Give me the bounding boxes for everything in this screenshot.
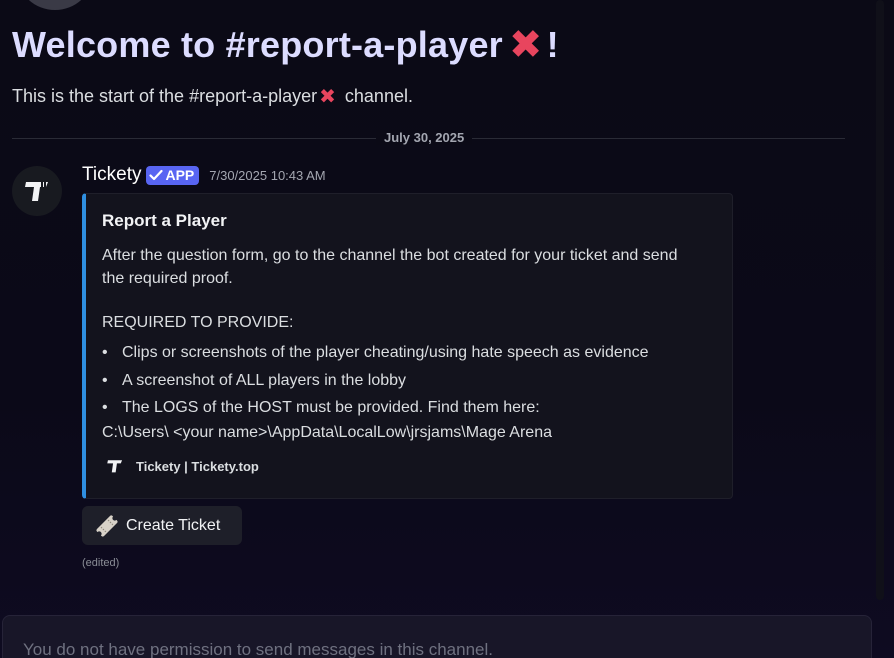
cross-mark-icon: ✖	[319, 86, 336, 108]
message-timestamp: 7/30/2025 10:43 AM	[209, 167, 326, 183]
list-item: • The LOGS of the HOST must be provided. …	[102, 399, 540, 416]
ticket-icon	[96, 515, 118, 536]
app-badge-label: APP	[165, 167, 195, 183]
list-item-text: The LOGS of the HOST must be provided. F…	[122, 399, 540, 416]
welcome-title: Welcome to #report-a-player ✖ !	[12, 24, 559, 66]
welcome-subtitle-suffix: channel.	[339, 86, 413, 106]
embed-logs-path: C:\Users\ <your name>\AppData\LocalLow\j…	[102, 424, 552, 441]
embed-required-heading: REQUIRED TO PROVIDE:	[102, 314, 294, 331]
scrollbar[interactable]	[872, 0, 894, 658]
message-embed: Report a Player After the question form,…	[82, 193, 733, 499]
list-item-text: A screenshot of ALL players in the lobby	[122, 371, 407, 389]
embed-description: After the question form, go to the chann…	[102, 247, 678, 287]
list-item: • A screenshot of ALL players in the lobb…	[102, 371, 407, 389]
embed-footer: Tickety | Tickety.top	[106, 457, 259, 475]
create-ticket-label: Create Ticket	[126, 516, 221, 534]
message-header: Tickety APP 7/30/2025 10:43 AM	[82, 164, 326, 186]
channel-view: Welcome to #report-a-player ✖ ! This is …	[0, 0, 894, 658]
embed-requirements-list: • Clips or screenshots of the player chea…	[102, 339, 649, 422]
welcome-title-suffix: !	[546, 24, 559, 65]
message-input-bar: You do not have permission to send messa…	[2, 615, 872, 658]
cross-mark-icon: ✖	[508, 23, 543, 67]
welcome-subtitle-text: This is the start of the #report-a-playe…	[12, 86, 318, 106]
app-badge: APP	[146, 165, 200, 185]
list-item: • Clips or screenshots of the player chea…	[102, 344, 649, 361]
welcome-title-text: Welcome to #report-a-player	[12, 24, 503, 65]
edited-label: (edited)	[82, 557, 120, 569]
avatar[interactable]	[12, 166, 62, 216]
tickety-logo-icon	[25, 182, 48, 201]
username[interactable]: Tickety	[82, 164, 141, 186]
welcome-subtitle: This is the start of the #report-a-playe…	[12, 84, 413, 109]
no-permission-text: You do not have permission to send messa…	[23, 640, 493, 658]
date-divider-label: July 30, 2025	[376, 130, 473, 145]
checkmark-icon	[149, 169, 164, 181]
list-item-text: Clips or screenshots of the player cheat…	[122, 344, 649, 361]
channel-icon	[18, 0, 92, 10]
embed-footer-text: Tickety | Tickety.top	[136, 458, 259, 474]
embed-title: Report a Player	[102, 211, 227, 230]
create-ticket-button[interactable]: Create Ticket	[82, 506, 242, 545]
scrollbar-track[interactable]	[876, 0, 884, 600]
tickety-logo-icon	[106, 457, 124, 475]
